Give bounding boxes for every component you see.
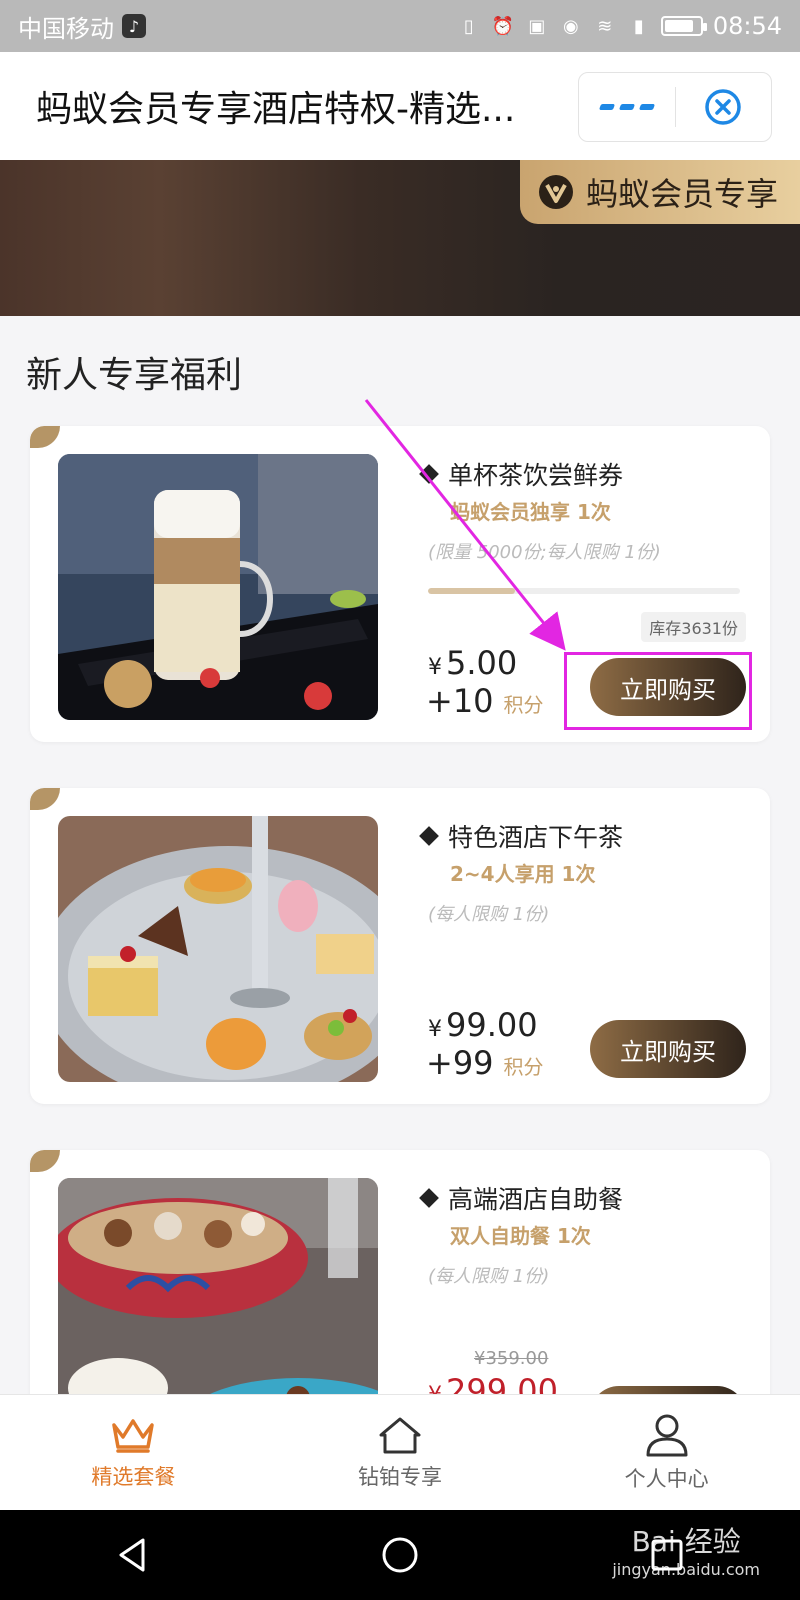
vibrate-icon: ▯ xyxy=(463,15,474,37)
tab-label: 个人中心 xyxy=(624,1466,709,1491)
highlight-box xyxy=(564,652,752,730)
diamond-bullet-icon xyxy=(419,826,439,846)
tiktok-icon: ♪ xyxy=(122,14,146,38)
close-circle-icon xyxy=(705,89,741,125)
stock-progress-bar xyxy=(428,588,740,594)
hero-banner: 蚂蚁会员专享 xyxy=(0,160,800,316)
stock-badge: 库存3631份 xyxy=(641,612,746,642)
points-label: 积分 xyxy=(503,693,544,717)
product-card[interactable]: 特色酒店下午茶 2~4人享用 1次 (每人限购 1份) ¥ 99.00 +99 … xyxy=(30,788,770,1104)
original-price: ¥359.00 xyxy=(474,1348,549,1369)
eye-icon: ◉ xyxy=(562,15,579,37)
diamond-bullet-icon xyxy=(419,1188,439,1208)
more-dot-icon xyxy=(598,104,615,110)
battery-icon xyxy=(660,16,707,36)
status-bar: 中国移动 ♪ ▯ ⏰ ▣ ◉ ≋ ▮ 08:54 xyxy=(0,0,800,52)
card-corner-tag xyxy=(30,788,60,810)
clock: 08:54 xyxy=(712,12,782,40)
tab-personal-center[interactable]: 个人中心 xyxy=(533,1395,800,1510)
points: +10 积分 xyxy=(426,682,544,720)
status-icons: ▯ ⏰ ▣ ◉ ≋ ▮ 08:54 xyxy=(457,12,782,40)
more-dot-icon xyxy=(638,104,655,110)
member-badge: 蚂蚁会员专享 xyxy=(520,160,800,224)
wifi-icon: ≋ xyxy=(597,15,613,37)
more-button[interactable] xyxy=(579,73,675,141)
tab-label: 钻铂专享 xyxy=(358,1464,442,1489)
member-badge-text: 蚂蚁会员专享 xyxy=(586,175,779,213)
tab-diamond-platinum[interactable]: 钻铂专享 xyxy=(267,1395,534,1510)
capsule-menu xyxy=(578,72,772,142)
price-amount: 99.00 xyxy=(446,1006,538,1044)
product-name-text: 单杯茶饮尝鲜券 xyxy=(448,461,624,490)
product-subtitle: 2~4人享用 1次 xyxy=(450,862,596,886)
hd-icon: ▣ xyxy=(528,15,546,37)
points-value: +99 xyxy=(426,1044,494,1082)
watermark-text: Bai 经验 xyxy=(631,1525,741,1558)
points-label: 积分 xyxy=(503,1055,544,1079)
price: ¥ 5.00 xyxy=(428,644,517,682)
product-name-text: 特色酒店下午茶 xyxy=(448,823,624,852)
home-icon xyxy=(379,1417,421,1453)
more-dot-icon xyxy=(618,104,635,110)
section-title: 新人专享福利 xyxy=(26,355,243,396)
person-icon xyxy=(646,1414,688,1456)
product-photo-afternoon-tea xyxy=(58,816,378,1082)
purchase-limit: (每人限购 1份) xyxy=(428,1266,550,1287)
crown-icon xyxy=(112,1418,155,1453)
price: ¥ 99.00 xyxy=(428,1006,538,1044)
close-button[interactable] xyxy=(676,73,772,141)
currency-symbol: ¥ xyxy=(428,655,442,680)
product-name: 高端酒店自助餐 xyxy=(419,1180,624,1216)
mini-app-title-bar: 蚂蚁会员专享酒店特权-精选... xyxy=(0,52,800,160)
card-corner-tag xyxy=(30,1150,60,1172)
points-value: +10 xyxy=(426,682,494,720)
carrier-name: 中国移动 xyxy=(18,14,114,43)
product-name: 特色酒店下午茶 xyxy=(419,818,624,854)
bottom-tab-bar: 精选套餐 钻铂专享 个人中心 xyxy=(0,1394,800,1510)
back-icon[interactable] xyxy=(113,1535,153,1575)
signal-icon: ▮ xyxy=(633,15,644,37)
product-subtitle: 双人自助餐 1次 xyxy=(450,1224,591,1248)
ant-member-logo-icon xyxy=(539,175,573,209)
buy-now-button[interactable]: 立即购买 xyxy=(590,1020,746,1078)
purchase-limit: (限量 5000份;每人限购 1份) xyxy=(428,542,661,563)
carrier-group: 中国移动 ♪ xyxy=(18,9,146,44)
product-name: 单杯茶饮尝鲜券 xyxy=(419,456,624,492)
price-amount: 5.00 xyxy=(446,644,518,682)
baidu-watermark: Bai 经验 jingyan.baidu.com xyxy=(612,1520,760,1579)
home-circle-icon[interactable] xyxy=(380,1535,420,1575)
currency-symbol: ¥ xyxy=(428,1017,442,1042)
card-corner-tag xyxy=(30,426,60,448)
diamond-bullet-icon xyxy=(419,464,439,484)
stock-progress-fill xyxy=(428,588,516,594)
points: +99 积分 xyxy=(426,1044,544,1082)
product-name-text: 高端酒店自助餐 xyxy=(448,1185,624,1214)
product-subtitle: 蚂蚁会员独享 1次 xyxy=(450,500,611,524)
product-photo-latte xyxy=(58,454,378,720)
tab-featured-packages[interactable]: 精选套餐 xyxy=(0,1395,267,1510)
tab-label: 精选套餐 xyxy=(91,1464,176,1489)
alarm-icon: ⏰ xyxy=(491,15,515,37)
watermark-url: jingyan.baidu.com xyxy=(612,1560,760,1579)
purchase-limit: (每人限购 1份) xyxy=(428,904,550,925)
page-title: 蚂蚁会员专享酒店特权-精选... xyxy=(36,89,516,130)
